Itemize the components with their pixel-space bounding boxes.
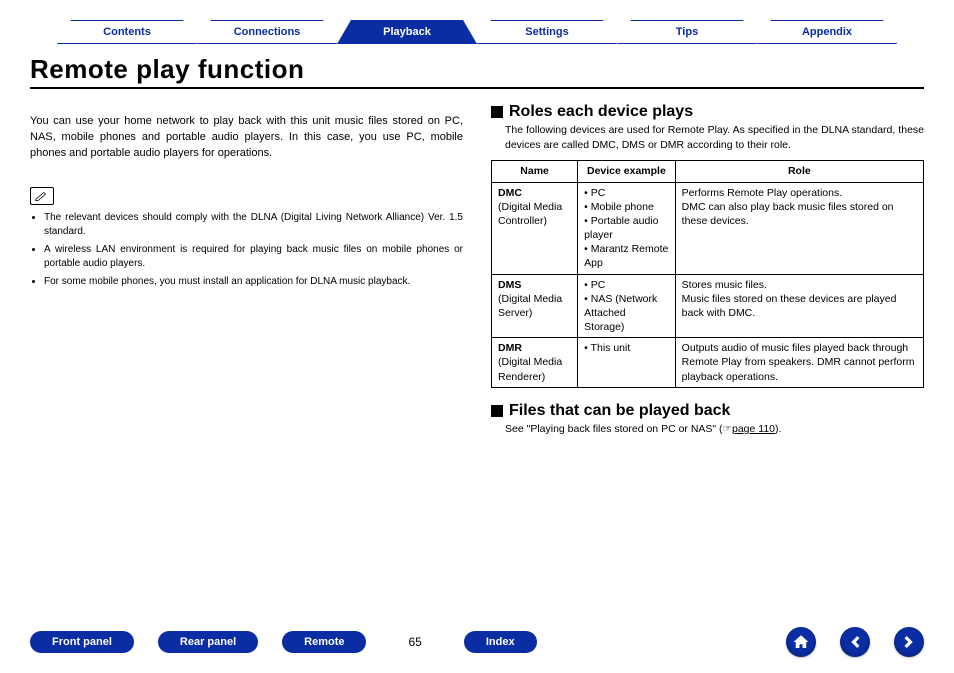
- cell-name-sub: (Digital Media Controller): [498, 201, 562, 227]
- tab-label: Appendix: [802, 26, 852, 38]
- cell-role: Performs Remote Play operations.DMC can …: [675, 182, 923, 274]
- tab-settings[interactable]: Settings: [477, 20, 617, 44]
- note-item: A wireless LAN environment is required f…: [44, 243, 463, 271]
- cell-name: DMR (Digital Media Renderer): [492, 338, 578, 388]
- section-sub: The following devices are used for Remot…: [505, 123, 924, 152]
- tab-label: Tips: [676, 26, 698, 38]
- tab-label: Contents: [103, 26, 151, 38]
- roles-table: Name Device example Role DMC (Digital Med…: [491, 160, 924, 387]
- nav-tabs: Contents Connections Playback Settings T…: [30, 20, 924, 44]
- home-icon: [792, 633, 810, 651]
- section-heading-text: Roles each device plays: [509, 103, 693, 121]
- cell-name: DMS (Digital Media Server): [492, 274, 578, 338]
- files-text-pre: See "Playing back files stored on PC or …: [505, 423, 723, 435]
- section-heading-roles: Roles each device plays: [491, 103, 924, 121]
- intro-paragraph: You can use your home network to play ba…: [30, 114, 463, 162]
- cell-example: • PC• NAS (Network Attached Storage): [578, 274, 676, 338]
- tab-contents[interactable]: Contents: [57, 20, 197, 44]
- arrow-left-icon: [846, 633, 864, 651]
- tab-connections[interactable]: Connections: [197, 20, 337, 44]
- cell-name-bold: DMS: [498, 279, 521, 291]
- cell-example: • PC• Mobile phone• Portable audio playe…: [578, 182, 676, 274]
- remote-button[interactable]: Remote: [282, 631, 366, 653]
- arrow-right-icon: [900, 633, 918, 651]
- front-panel-button[interactable]: Front panel: [30, 631, 134, 653]
- col-role: Role: [675, 161, 923, 182]
- prev-page-button[interactable]: [840, 627, 870, 657]
- rear-panel-button[interactable]: Rear panel: [158, 631, 258, 653]
- page-number: 65: [408, 635, 421, 649]
- page-link[interactable]: page 110: [732, 423, 775, 435]
- section-heading-text: Files that can be played back: [509, 402, 730, 420]
- pointer-icon: ☞: [723, 423, 732, 435]
- page-title: Remote play function: [30, 54, 924, 85]
- note-item: For some mobile phones, you must install…: [44, 275, 463, 289]
- pencil-note-icon: [30, 187, 54, 205]
- title-rule: [30, 87, 924, 89]
- pill-label: Index: [486, 636, 515, 648]
- col-example: Device example: [578, 161, 676, 182]
- cell-name-bold: DMR: [498, 342, 522, 354]
- files-sub: See "Playing back files stored on PC or …: [505, 422, 924, 437]
- note-item: The relevant devices should comply with …: [44, 211, 463, 239]
- tab-label: Connections: [234, 26, 301, 38]
- next-page-button[interactable]: [894, 627, 924, 657]
- pill-label: Rear panel: [180, 636, 236, 648]
- table-row: DMR (Digital Media Renderer) • This unitOu…: [492, 338, 924, 388]
- home-button[interactable]: [786, 627, 816, 657]
- pill-label: Remote: [304, 636, 344, 648]
- col-name: Name: [492, 161, 578, 182]
- tab-tips[interactable]: Tips: [617, 20, 757, 44]
- notes-list: The relevant devices should comply with …: [30, 211, 463, 289]
- cell-role: Stores music files.Music files stored on…: [675, 274, 923, 338]
- tab-appendix[interactable]: Appendix: [757, 20, 897, 44]
- footer-bar: Front panel Rear panel Remote 65 Index: [30, 627, 924, 657]
- tab-label: Playback: [383, 26, 431, 38]
- cell-name: DMC (Digital Media Controller): [492, 182, 578, 274]
- tab-playback[interactable]: Playback: [337, 20, 477, 44]
- cell-name-bold: DMC: [498, 187, 522, 199]
- cell-example: • This unit: [578, 338, 676, 388]
- files-text-post: ).: [775, 423, 781, 435]
- table-row: DMS (Digital Media Server) • PC• NAS (Netw…: [492, 274, 924, 338]
- pill-label: Front panel: [52, 636, 112, 648]
- cell-name-sub: (Digital Media Server): [498, 293, 562, 319]
- tab-label: Settings: [525, 26, 568, 38]
- cell-name-sub: (Digital Media Renderer): [498, 356, 562, 382]
- index-button[interactable]: Index: [464, 631, 537, 653]
- cell-role: Outputs audio of music files played back…: [675, 338, 923, 388]
- table-row: DMC (Digital Media Controller) • PC• Mobil…: [492, 182, 924, 274]
- section-heading-files: Files that can be played back: [491, 402, 924, 420]
